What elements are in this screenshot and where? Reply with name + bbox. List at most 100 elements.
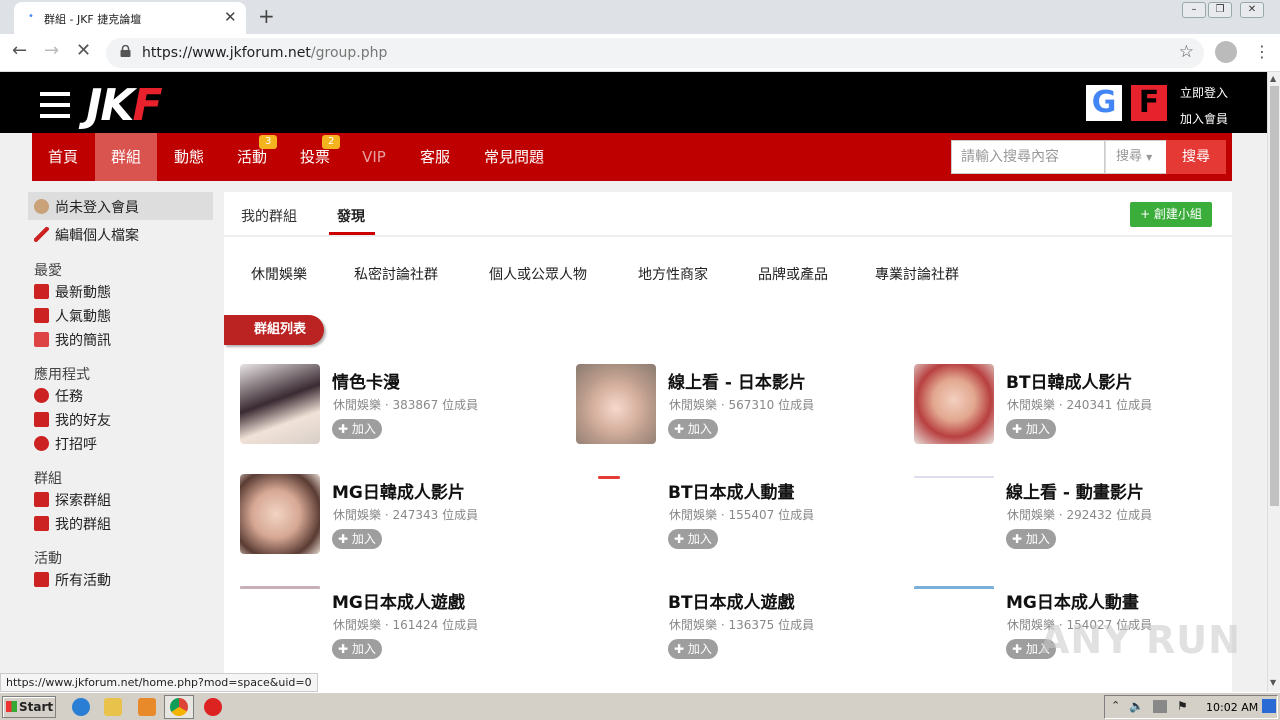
message-icon (34, 332, 49, 347)
group-name[interactable]: 線上看 - 日本影片 (668, 368, 806, 393)
close-window-button[interactable]: ✕ (1240, 2, 1264, 18)
group-name[interactable]: 情色卡漫 (332, 368, 400, 393)
guest-user-label: 尚未登入會員 (34, 197, 139, 219)
volume-icon[interactable]: 🔈 (1129, 699, 1144, 713)
group-name[interactable]: BT日韓成人影片 (1006, 368, 1133, 393)
group-thumbnail[interactable] (914, 364, 994, 444)
browser-menu-icon[interactable]: ⋮ (1254, 42, 1270, 61)
google-login-icon[interactable]: G (1086, 85, 1122, 121)
login-link[interactable]: 立即登入 (1180, 84, 1228, 101)
edit-profile-link[interactable]: 編輯個人檔案 (34, 225, 139, 247)
clock: 10:02 AM (1206, 701, 1259, 714)
join-group-button[interactable]: ✚ 加入 (668, 639, 718, 659)
sidebar-item-hot-feed[interactable]: 人氣動態 (34, 306, 111, 328)
close-tab-icon[interactable]: ✕ (224, 8, 237, 26)
tab-my-groups[interactable]: 我的群組 (241, 206, 297, 226)
group-thumbnail[interactable] (576, 584, 656, 664)
sidebar-item-my-groups[interactable]: 我的群組 (34, 514, 111, 536)
category-leisure[interactable]: 休閒娛樂 (251, 264, 307, 284)
group-name[interactable]: MG日韓成人影片 (332, 478, 465, 503)
profile-avatar-icon[interactable] (1215, 41, 1237, 63)
group-name[interactable]: MG日本成人遊戲 (332, 588, 465, 613)
category-public-figure[interactable]: 個人或公眾人物 (489, 264, 587, 284)
category-local-business[interactable]: 地方性商家 (638, 264, 708, 284)
taskbar: Start ⌃ 🔈 ⚑ 10:02 AM (0, 692, 1280, 720)
group-thumbnail[interactable] (576, 364, 656, 444)
category-private[interactable]: 私密討論社群 (354, 264, 438, 284)
sidebar-item-explore-groups[interactable]: 探索群組 (34, 490, 111, 512)
jkf-logo[interactable]: JKF (86, 80, 163, 131)
tab-discover[interactable]: 發現 (337, 206, 365, 226)
ie-icon[interactable] (72, 698, 90, 716)
friends-icon (34, 412, 49, 427)
guest-user-row[interactable]: 尚未登入會員 (28, 192, 213, 220)
group-name[interactable]: 線上看 - 動畫影片 (1006, 478, 1144, 503)
group-thumbnail[interactable] (576, 474, 656, 554)
sidebar-item-messages[interactable]: 我的簡訊 (34, 330, 111, 352)
facebook-login-icon[interactable]: F (1131, 85, 1167, 121)
nav-vip[interactable]: VIP (347, 133, 401, 181)
group-card: MG日本成人遊戲 休閒娛樂 · 161424 位成員 ✚ 加入 (240, 584, 560, 674)
minimize-window-button[interactable]: – (1182, 2, 1206, 18)
opera-icon[interactable] (204, 698, 222, 716)
sidebar-item-poke[interactable]: 打招呼 (34, 434, 97, 456)
sidebar-item-friends[interactable]: 我的好友 (34, 410, 111, 432)
nav-faq[interactable]: 常見問題 (472, 133, 556, 181)
forward-arrow-icon[interactable]: → (44, 40, 59, 61)
restore-window-button[interactable]: ❐ (1208, 2, 1232, 18)
search-input[interactable]: 請輸入搜尋內容 (951, 140, 1105, 174)
group-card: BT日韓成人影片 休閒娛樂 · 240341 位成員 ✚ 加入 (914, 364, 1234, 454)
category-brand[interactable]: 品牌或產品 (758, 264, 828, 284)
group-meta: 休閒娛樂 · 136375 位成員 (669, 618, 815, 632)
join-group-button[interactable]: ✚ 加入 (332, 419, 382, 439)
nav-feed[interactable]: 動態 (158, 133, 220, 181)
tray-expand-icon[interactable]: ⌃ (1111, 699, 1120, 712)
hamburger-menu-icon[interactable] (40, 92, 70, 118)
group-thumbnail[interactable] (240, 474, 320, 554)
address-bar[interactable]: https://www.jkforum.net/group.php ☆ (106, 38, 1204, 68)
nav-groups[interactable]: 群組 (95, 133, 157, 181)
back-arrow-icon[interactable]: ← (12, 40, 27, 61)
chevron-down-icon: ▼ (1146, 153, 1153, 162)
join-group-button[interactable]: ✚ 加入 (332, 639, 382, 659)
start-button[interactable]: Start (2, 696, 56, 718)
group-thumbnail[interactable] (914, 474, 994, 554)
nav-support[interactable]: 客服 (404, 133, 466, 181)
bookmark-star-icon[interactable]: ☆ (1179, 42, 1194, 62)
url-text: https://www.jkforum.net/group.php (142, 45, 388, 61)
chrome-icon[interactable] (170, 698, 188, 716)
group-thumbnail[interactable] (240, 364, 320, 444)
scroll-down-icon[interactable]: ▼ (1270, 678, 1276, 687)
new-tab-icon[interactable]: + (258, 4, 275, 28)
scroll-up-icon[interactable]: ▲ (1270, 74, 1276, 83)
sidebar-item-tasks[interactable]: 任務 (34, 386, 83, 408)
join-group-button[interactable]: ✚ 加入 (668, 419, 718, 439)
browser-toolbar: ← → ✕ https://www.jkforum.net/group.php … (0, 34, 1280, 72)
search-type-select[interactable]: 搜尋 ▼ (1105, 140, 1167, 174)
join-group-button[interactable]: ✚ 加入 (668, 529, 718, 549)
group-thumbnail[interactable] (914, 584, 994, 664)
page-scrollbar[interactable]: ▲ ▼ (1267, 72, 1280, 692)
explorer-folder-icon[interactable] (104, 698, 122, 716)
media-player-icon[interactable] (138, 698, 156, 716)
show-desktop-icon[interactable] (1262, 699, 1276, 713)
network-icon[interactable] (1153, 700, 1167, 713)
scroll-thumb[interactable] (1270, 86, 1279, 506)
group-thumbnail[interactable] (240, 584, 320, 664)
action-center-flag-icon[interactable]: ⚑ (1177, 699, 1188, 713)
category-professional[interactable]: 專業討論社群 (875, 264, 959, 284)
join-link[interactable]: 加入會員 (1180, 110, 1228, 127)
join-group-button[interactable]: ✚ 加入 (1006, 419, 1056, 439)
search-button[interactable]: 搜尋 (1166, 140, 1226, 174)
create-group-button[interactable]: + 創建小組 (1130, 202, 1212, 227)
join-group-button[interactable]: ✚ 加入 (332, 529, 382, 549)
stop-loading-icon[interactable]: ✕ (76, 40, 91, 61)
nav-home[interactable]: 首頁 (32, 133, 94, 181)
join-group-button[interactable]: ✚ 加入 (1006, 529, 1056, 549)
group-name[interactable]: BT日本成人動畫 (668, 478, 795, 503)
sidebar-item-latest-feed[interactable]: 最新動態 (34, 282, 111, 304)
group-name[interactable]: MG日本成人動畫 (1006, 588, 1139, 613)
group-name[interactable]: BT日本成人遊戲 (668, 588, 795, 613)
browser-tab[interactable]: • 群組 - JKF 捷克論壇 ✕ (14, 2, 246, 34)
sidebar-item-all-events[interactable]: 所有活動 (34, 570, 111, 592)
